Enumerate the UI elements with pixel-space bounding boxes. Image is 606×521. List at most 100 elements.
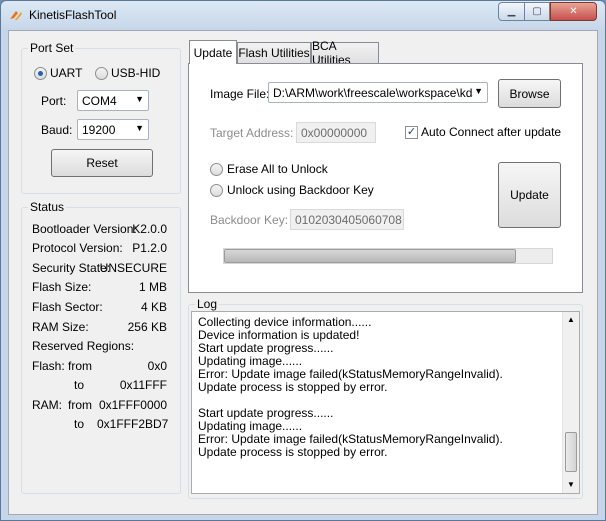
status-row: Security State: UNSECURE bbox=[32, 261, 167, 277]
status-row-label: Bootloader Version: bbox=[32, 222, 137, 236]
target-address-value: 0x00000000 bbox=[301, 126, 368, 140]
backdoor-key-value: 0102030405060708 bbox=[295, 213, 402, 227]
image-file-label: Image File: bbox=[210, 87, 270, 101]
status-row-label: Security State: bbox=[32, 261, 111, 275]
log-line: Error: Update image failed(kStatusMemory… bbox=[198, 432, 503, 446]
title-bar[interactable]: KinetisFlashTool ▁ ▢ ✕ bbox=[1, 1, 605, 29]
status-label: Status bbox=[28, 200, 67, 214]
backdoor-key-field[interactable]: 0102030405060708 bbox=[290, 209, 404, 230]
update-button-label: Update bbox=[510, 188, 549, 202]
status-row: Bootloader Version: K2.0.0 bbox=[32, 222, 167, 238]
checkmark-icon: ✓ bbox=[406, 126, 417, 138]
status-row-value: UNSECURE bbox=[99, 261, 167, 275]
usb-hid-label: USB-HID bbox=[111, 66, 161, 80]
log-line: Updating image...... bbox=[198, 419, 303, 433]
maximize-icon: ▢ bbox=[532, 6, 542, 17]
auto-connect-label: Auto Connect after update bbox=[421, 125, 562, 139]
target-address-label: Target Address: bbox=[210, 126, 294, 140]
status-row-label: Flash Size: bbox=[32, 280, 92, 294]
status-row-value: 256 KB bbox=[127, 320, 167, 334]
usb-hid-radio[interactable] bbox=[95, 67, 108, 80]
status-row: Flash Sector: 4 KB bbox=[32, 300, 167, 316]
baud-value: 19200 bbox=[82, 123, 116, 137]
log-line: Update process is stopped by error. bbox=[198, 445, 388, 459]
flash-to-value: 0x11FFF bbox=[119, 378, 167, 392]
log-scrollbar[interactable]: ▲ ▼ bbox=[562, 312, 579, 493]
flash-from-label: from bbox=[68, 359, 92, 373]
chevron-down-icon: ▼ bbox=[474, 86, 483, 96]
image-file-select[interactable]: D:\ARM\work\freescale\workspace\kds\ ▼ bbox=[268, 82, 488, 103]
backdoor-unlock-label: Unlock using Backdoor Key bbox=[227, 183, 374, 197]
scroll-down-icon[interactable]: ▼ bbox=[567, 480, 575, 489]
tab-flash-utilities-label: Flash Utilities bbox=[238, 46, 310, 60]
flash-from-value: 0x0 bbox=[147, 359, 167, 373]
ram-from-value: 0x1FFF0000 bbox=[98, 398, 167, 412]
log-line: Collecting device information...... bbox=[198, 315, 372, 329]
app-logo-icon bbox=[10, 11, 22, 20]
reset-button-label: Reset bbox=[86, 156, 118, 170]
scroll-up-icon[interactable]: ▲ bbox=[567, 315, 575, 324]
tab-bca-utilities[interactable]: BCA Utilities bbox=[311, 39, 379, 67]
minimize-button[interactable]: ▁ bbox=[498, 2, 525, 21]
backdoor-unlock-radio[interactable] bbox=[210, 184, 223, 197]
status-row: Protocol Version: P1.2.0 bbox=[32, 241, 167, 257]
tab-update[interactable]: Update bbox=[189, 40, 237, 64]
window-title: KinetisFlashTool bbox=[29, 8, 117, 22]
tab-flash-utilities[interactable]: Flash Utilities bbox=[237, 42, 311, 63]
port-set-label: Port Set bbox=[28, 41, 76, 55]
flash-to-label: to bbox=[74, 378, 85, 392]
log-line: Start update progress...... bbox=[198, 406, 334, 420]
target-address-field[interactable]: 0x00000000 bbox=[296, 122, 376, 143]
baud-label: Baud: bbox=[41, 123, 73, 137]
erase-all-radio[interactable] bbox=[210, 163, 223, 176]
uart-label: UART bbox=[50, 66, 83, 80]
browse-button-label: Browse bbox=[509, 86, 550, 101]
log-line: Error: Update image failed(kStatusMemory… bbox=[198, 367, 503, 381]
status-row-value: 1 MB bbox=[138, 280, 167, 294]
uart-radio[interactable] bbox=[34, 67, 47, 80]
status-list: Bootloader Version: K2.0.0 Protocol Versi… bbox=[32, 222, 167, 342]
status-row: Flash Size: 1 MB bbox=[32, 280, 167, 296]
update-button[interactable]: Update bbox=[498, 162, 561, 228]
status-row-value: K2.0.0 bbox=[132, 222, 167, 236]
log-textarea[interactable]: Collecting device information...... Devi… bbox=[191, 311, 580, 494]
log-label: Log bbox=[195, 297, 220, 311]
auto-connect-checkbox[interactable]: ✓ bbox=[405, 126, 418, 139]
log-line: Updating image...... bbox=[198, 354, 303, 368]
baud-select[interactable]: 19200 ▼ bbox=[77, 119, 149, 140]
image-file-value: D:\ARM\work\freescale\workspace\kds\ bbox=[273, 86, 473, 100]
close-icon: ✕ bbox=[569, 6, 578, 17]
log-line: Start update progress...... bbox=[198, 341, 334, 355]
backdoor-key-label: Backdoor Key: bbox=[210, 213, 289, 227]
chevron-down-icon: ▼ bbox=[135, 123, 144, 133]
ram-region-label: RAM: bbox=[32, 398, 62, 412]
browse-button[interactable]: Browse bbox=[498, 79, 561, 108]
reserved-regions-label: Reserved Regions: bbox=[32, 339, 135, 353]
ram-to-value: 0x1FFF2BD7 bbox=[97, 417, 169, 431]
tab-update-label: Update bbox=[193, 45, 233, 60]
status-row-label: Flash Sector: bbox=[32, 300, 103, 314]
log-line: Update process is stopped by error. bbox=[198, 380, 388, 394]
scrollbar-thumb[interactable] bbox=[565, 432, 577, 472]
status-row-label: Protocol Version: bbox=[32, 241, 123, 255]
progress-fill bbox=[224, 249, 516, 263]
minimize-icon: ▁ bbox=[507, 6, 516, 17]
status-row-value: 4 KB bbox=[140, 300, 167, 314]
close-button[interactable]: ✕ bbox=[550, 2, 597, 21]
status-row-value: P1.2.0 bbox=[132, 241, 167, 255]
log-line: Device information is updated! bbox=[198, 328, 360, 342]
flash-region-label: Flash: bbox=[32, 359, 65, 373]
port-value: COM4 bbox=[82, 94, 117, 108]
port-select[interactable]: COM4 ▼ bbox=[77, 90, 149, 111]
maximize-button[interactable]: ▢ bbox=[524, 2, 550, 21]
port-label: Port: bbox=[41, 94, 67, 108]
update-progress-bar bbox=[223, 248, 553, 264]
ram-from-label: from bbox=[68, 398, 92, 412]
status-row-label: RAM Size: bbox=[32, 320, 89, 334]
app-window: KinetisFlashTool ▁ ▢ ✕ Port Set UART USB… bbox=[0, 0, 606, 521]
reset-button[interactable]: Reset bbox=[51, 149, 153, 177]
chevron-down-icon: ▼ bbox=[135, 94, 144, 104]
status-row: RAM Size: 256 KB bbox=[32, 320, 167, 336]
ram-to-label: to bbox=[74, 417, 85, 431]
erase-all-label: Erase All to Unlock bbox=[227, 162, 328, 176]
